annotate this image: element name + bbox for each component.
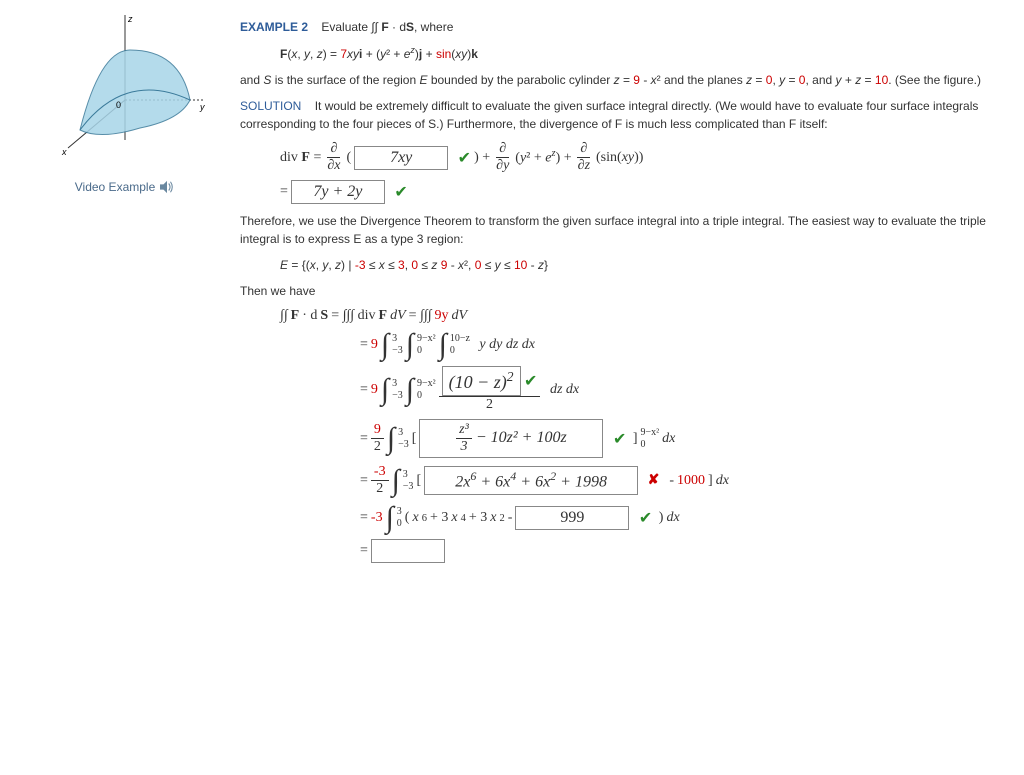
prompt-text: Evaluate ∫∫ F · dS, where: [321, 20, 453, 34]
region-definition: E = {(x, y, z) | -3 ≤ x ≤ 3, 0 ≤ z 9 - x…: [280, 256, 1004, 274]
video-example-link[interactable]: Video Example: [75, 180, 176, 194]
check-icon: ✔: [458, 148, 471, 168]
step-3: = 92 ∫3−3 [ z³3 − 10z² + 100z ✔ ]9−x²0 d…: [360, 419, 1004, 458]
video-example-label: Video Example: [75, 180, 156, 194]
step-2: = 9 ∫3−3 ∫9−x²0 (10 − z)2 ✔ 2 dz dx: [360, 366, 1004, 413]
div-line-1: div F = ∂∂x ( 7xy ✔ ) + ∂∂y (y² + ez) + …: [280, 141, 1004, 174]
step3-input[interactable]: z³3 − 10z² + 100z: [419, 419, 603, 458]
surface-description: and S is the surface of the region E bou…: [240, 71, 1004, 89]
svg-text:0: 0: [116, 100, 121, 110]
div-input-1[interactable]: 7xy: [354, 146, 448, 170]
step4-input[interactable]: 2x6 + 6x4 + 6x2 + 1998: [424, 466, 638, 494]
svg-text:y: y: [199, 102, 205, 112]
region-figure: z y x 0: [40, 10, 210, 160]
step5-input[interactable]: 999: [515, 506, 629, 530]
div-input-2[interactable]: 7y + 2y: [291, 180, 385, 204]
final-input[interactable]: [371, 539, 445, 563]
step-5: = -3 ∫30 (x6 + 3x4 + 3x2 - 999 ✔ ) dx: [360, 503, 1004, 533]
solution-paragraph: SOLUTION It would be extremely difficult…: [240, 97, 1004, 133]
check-icon: ✔: [394, 182, 407, 202]
check-icon: ✔: [524, 373, 537, 390]
step-4: = -32 ∫3−3 [ 2x6 + 6x4 + 6x2 + 1998 ✘ - …: [360, 464, 1004, 497]
example-prompt: EXAMPLE 2 Evaluate ∫∫ F · dS, where: [240, 18, 1004, 36]
check-icon: ✔: [639, 508, 652, 528]
then-we-have: Then we have: [240, 282, 1004, 300]
integral-header: ∫∫ F · dS = ∫∫∫ div F dV = ∫∫∫ 9y dV: [280, 308, 1004, 324]
svg-text:z: z: [127, 14, 133, 24]
example-label: EXAMPLE 2: [240, 20, 308, 34]
step-1: = 9 ∫3−3 ∫9−x²0 ∫10−z0 y dy dz dx: [360, 330, 1004, 360]
step-final: =: [360, 539, 1004, 563]
cross-icon: ✘: [648, 472, 660, 489]
therefore-text: Therefore, we use the Divergence Theorem…: [240, 212, 1004, 248]
step2-input[interactable]: (10 − z)2: [442, 366, 521, 396]
svg-text:x: x: [61, 147, 67, 157]
speaker-icon: [159, 180, 175, 194]
vector-field: F(x, y, z) = 7xyi + (y² + ez)j + sin(xy)…: [280, 44, 1004, 63]
check-icon: ✔: [613, 429, 626, 449]
div-line-2: = 7y + 2y ✔: [280, 180, 1004, 204]
